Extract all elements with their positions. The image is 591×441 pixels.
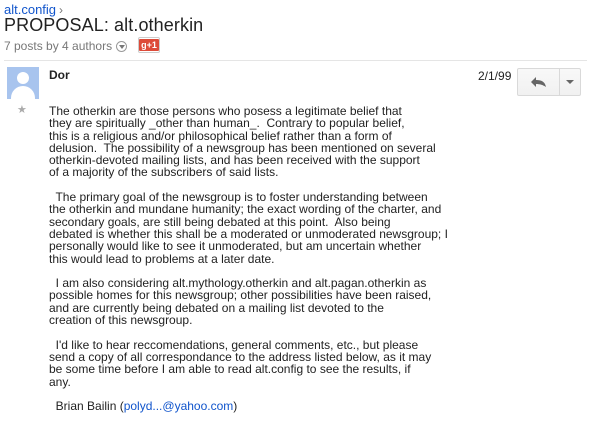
post-date: 2/1/99 xyxy=(478,69,512,83)
post-actions xyxy=(517,68,581,96)
reply-button[interactable] xyxy=(517,68,560,96)
authors-dropdown-icon[interactable] xyxy=(116,40,128,52)
post-count-text: 7 posts by 4 authors xyxy=(4,39,113,53)
gplus-button[interactable]: g+1 xyxy=(138,37,160,53)
header-divider xyxy=(4,60,587,61)
thread-title: PROPOSAL: alt.otherkin xyxy=(4,15,204,35)
reply-icon xyxy=(530,77,546,87)
person-avatar-icon[interactable] xyxy=(7,67,39,99)
more-actions-button[interactable] xyxy=(560,68,581,96)
gplus-icon: g+1 xyxy=(139,39,159,51)
post-author[interactable]: Dor xyxy=(49,68,70,82)
signature-close: ) xyxy=(233,399,238,414)
message-paragraph: The primary goal of the newsgroup is to … xyxy=(49,190,448,266)
message-paragraph: I am also considering alt.mythology.othe… xyxy=(49,276,432,328)
thread-meta: 7 posts by 4 authors xyxy=(4,39,128,53)
signature-name: Brian Bailin ( xyxy=(49,399,124,414)
star-icon[interactable]: ★ xyxy=(17,103,27,116)
message-paragraph: I'd like to hear reccomendations, genera… xyxy=(49,337,432,389)
signature-email-link[interactable]: polyd...@yahoo.com xyxy=(124,399,234,413)
signature: Brian Bailin (polyd...@yahoo.com) xyxy=(49,400,469,412)
dropdown-caret-icon xyxy=(566,80,574,84)
message-body: The otherkin are those persons who poses… xyxy=(49,105,469,412)
message-paragraph: The otherkin are those persons who poses… xyxy=(49,104,436,180)
